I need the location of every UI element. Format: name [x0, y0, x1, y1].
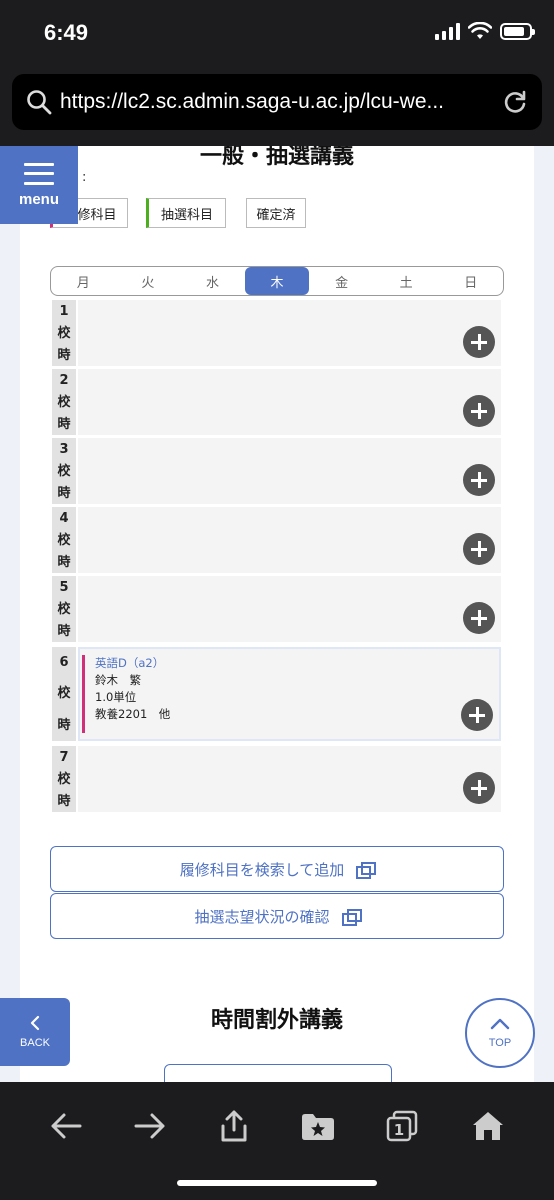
scroll-top-button[interactable]: TOP	[465, 998, 535, 1068]
search-icon	[27, 90, 52, 115]
course-credits: 1.0単位	[95, 690, 137, 704]
section-title-general: 一般・抽選講義	[199, 146, 354, 169]
browser-address-area: https://lc2.sc.admin.saga-u.ac.jp/lcu-we…	[0, 70, 554, 146]
back-button[interactable]: BACK	[0, 998, 70, 1066]
status-time: 6:49	[44, 20, 89, 45]
period-row-3: 3校時	[52, 438, 501, 504]
status-bar: 6:49	[0, 0, 554, 70]
add-course-button[interactable]	[463, 602, 495, 634]
tab-sat[interactable]: 土	[374, 267, 439, 295]
share-icon[interactable]	[212, 1104, 256, 1148]
course-entry[interactable]: 英語D（a2） 鈴木 繁 1.0単位 教養2201 他	[82, 655, 500, 733]
address-bar[interactable]: https://lc2.sc.admin.saga-u.ac.jp/lcu-we…	[12, 74, 542, 130]
external-window-icon	[356, 862, 377, 879]
period-label: 2校時	[52, 369, 76, 435]
add-course-button[interactable]	[463, 533, 495, 565]
back-label: BACK	[20, 1037, 50, 1049]
period-row-4: 4校時	[52, 507, 501, 573]
bookmarks-folder-icon[interactable]	[296, 1104, 340, 1148]
period-cell: 英語D（a2） 鈴木 繁 1.0単位 教養2201 他	[78, 647, 501, 741]
tab-sun[interactable]: 日	[438, 267, 503, 295]
period-label: 3校時	[52, 438, 76, 504]
timetable-card: 一般・抽選講義 : 修科目 抽選科目 確定済 月 火 水 木 金 土 日 1校時…	[20, 146, 534, 1082]
cellular-signal-icon	[435, 22, 460, 40]
chevron-left-icon	[30, 1015, 40, 1031]
legend-lottery: 抽選科目	[146, 198, 226, 228]
course-room: 教養2201 他	[95, 707, 171, 721]
period-cell	[78, 369, 501, 435]
tabs-icon[interactable]: 1	[380, 1104, 424, 1148]
add-course-button[interactable]	[463, 772, 495, 804]
top-label: TOP	[488, 1037, 512, 1049]
period-row-5: 5校時	[52, 576, 501, 642]
period-row-2: 2校時	[52, 369, 501, 435]
tab-mon[interactable]: 月	[51, 267, 116, 295]
add-course-button[interactable]	[463, 395, 495, 427]
home-indicator	[177, 1180, 377, 1186]
tab-thu[interactable]: 木	[244, 267, 310, 295]
period-cell	[78, 507, 501, 573]
tab-fri[interactable]: 金	[309, 267, 374, 295]
reload-icon[interactable]	[502, 89, 528, 115]
tab-tue[interactable]: 火	[116, 267, 181, 295]
url-text: https://lc2.sc.admin.saga-u.ac.jp/lcu-we…	[60, 90, 444, 113]
wifi-icon	[468, 22, 492, 39]
battery-icon	[500, 22, 535, 40]
add-course-button[interactable]	[463, 464, 495, 496]
course-name[interactable]: 英語D（a2）	[95, 655, 500, 672]
tabs-count: 1	[394, 1121, 404, 1139]
back-arrow-icon[interactable]	[44, 1104, 88, 1148]
period-row-1: 1校時	[52, 300, 501, 366]
external-window-icon	[341, 909, 362, 926]
search-add-label: 履修科目を検索して追加	[179, 860, 345, 879]
extra-course-box[interactable]	[164, 1064, 392, 1082]
lottery-status-label: 抽選志望状況の確認	[194, 907, 330, 926]
legend-confirmed: 確定済	[246, 198, 306, 228]
tab-wed[interactable]: 水	[180, 267, 245, 295]
status-icons	[435, 22, 535, 40]
menu-button[interactable]: menu	[0, 146, 78, 224]
period-row-6: 6校時 英語D（a2） 鈴木 繁 1.0単位 教養2201 他	[52, 647, 501, 741]
day-tabs: 月 火 水 木 金 土 日	[50, 266, 504, 296]
period-label: 6校時	[52, 647, 76, 741]
course-teacher: 鈴木 繁	[95, 673, 141, 687]
legend-colon: :	[82, 170, 87, 185]
web-page: 一般・抽選講義 : 修科目 抽選科目 確定済 月 火 水 木 金 土 日 1校時…	[0, 146, 554, 1082]
lottery-status-button[interactable]: 抽選志望状況の確認	[50, 893, 504, 939]
section-title-extra: 時間割外講義	[210, 1008, 343, 1033]
chevron-up-icon	[490, 1018, 510, 1030]
period-row-7: 7校時	[52, 746, 501, 812]
forward-arrow-icon[interactable]	[128, 1104, 172, 1148]
period-label: 4校時	[52, 507, 76, 573]
add-course-button[interactable]	[461, 699, 493, 731]
period-cell	[78, 438, 501, 504]
add-course-button[interactable]	[463, 326, 495, 358]
period-label: 7校時	[52, 746, 76, 812]
period-cell	[78, 300, 501, 366]
search-add-course-button[interactable]: 履修科目を検索して追加	[50, 846, 504, 892]
home-icon[interactable]	[466, 1104, 510, 1148]
period-cell	[78, 746, 501, 812]
period-cell	[78, 576, 501, 642]
hamburger-icon	[24, 162, 54, 185]
menu-label: menu	[18, 190, 59, 208]
period-label: 5校時	[52, 576, 76, 642]
period-label: 1校時	[52, 300, 76, 366]
